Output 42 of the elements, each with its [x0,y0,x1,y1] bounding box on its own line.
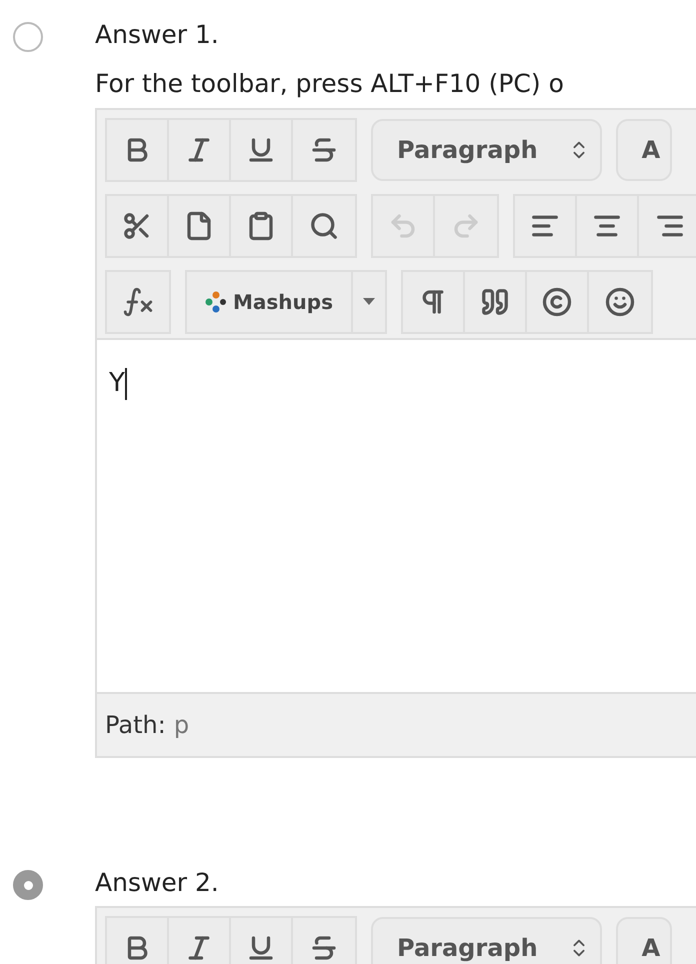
emoticon-button[interactable] [589,272,651,332]
strikethrough-button[interactable] [293,120,355,180]
underline-button[interactable] [231,918,293,964]
bold-button[interactable] [107,120,169,180]
path-label: Path: [105,711,166,739]
align-center-button[interactable] [577,196,639,256]
mashups-dropdown[interactable] [353,272,385,332]
editor-body[interactable]: Y [97,340,696,692]
copyright-button[interactable] [527,272,589,332]
smiley-icon [605,287,635,317]
answer-label: Answer 2. [95,867,220,899]
function-icon [121,285,155,319]
align-left-button[interactable] [515,196,577,256]
text-caret [124,368,127,400]
italic-button[interactable] [169,120,231,180]
toolbar-instruction: For the toolbar, press ALT+F10 (PC) o [95,68,565,100]
format-select[interactable]: Paragraph [371,917,602,964]
search-button[interactable] [293,196,355,256]
answer-label: Answer 1. [95,19,220,51]
path-value: p [174,711,190,739]
quote-icon [480,287,510,317]
bold-button[interactable] [107,918,169,964]
format-select[interactable]: Paragraph [371,119,602,181]
paste-button[interactable] [231,196,293,256]
align-right-button[interactable] [639,196,696,256]
radio-button[interactable] [13,22,43,52]
radio-button[interactable] [13,870,43,900]
pilcrow-button[interactable] [403,272,465,332]
search-icon [309,211,339,241]
copyright-icon [542,287,572,317]
copy-button[interactable] [169,196,231,256]
caret-icon [363,298,375,306]
body-text: Y [109,368,125,398]
font-select[interactable]: A [616,917,672,964]
font-select[interactable]: A [616,119,672,181]
underline-button[interactable] [231,120,293,180]
italic-button[interactable] [169,918,231,964]
strikethrough-button[interactable] [293,918,355,964]
mashups-button[interactable]: Mashups [187,272,353,332]
quote-button[interactable] [465,272,527,332]
cut-button[interactable] [107,196,169,256]
dots-icon [205,291,227,313]
